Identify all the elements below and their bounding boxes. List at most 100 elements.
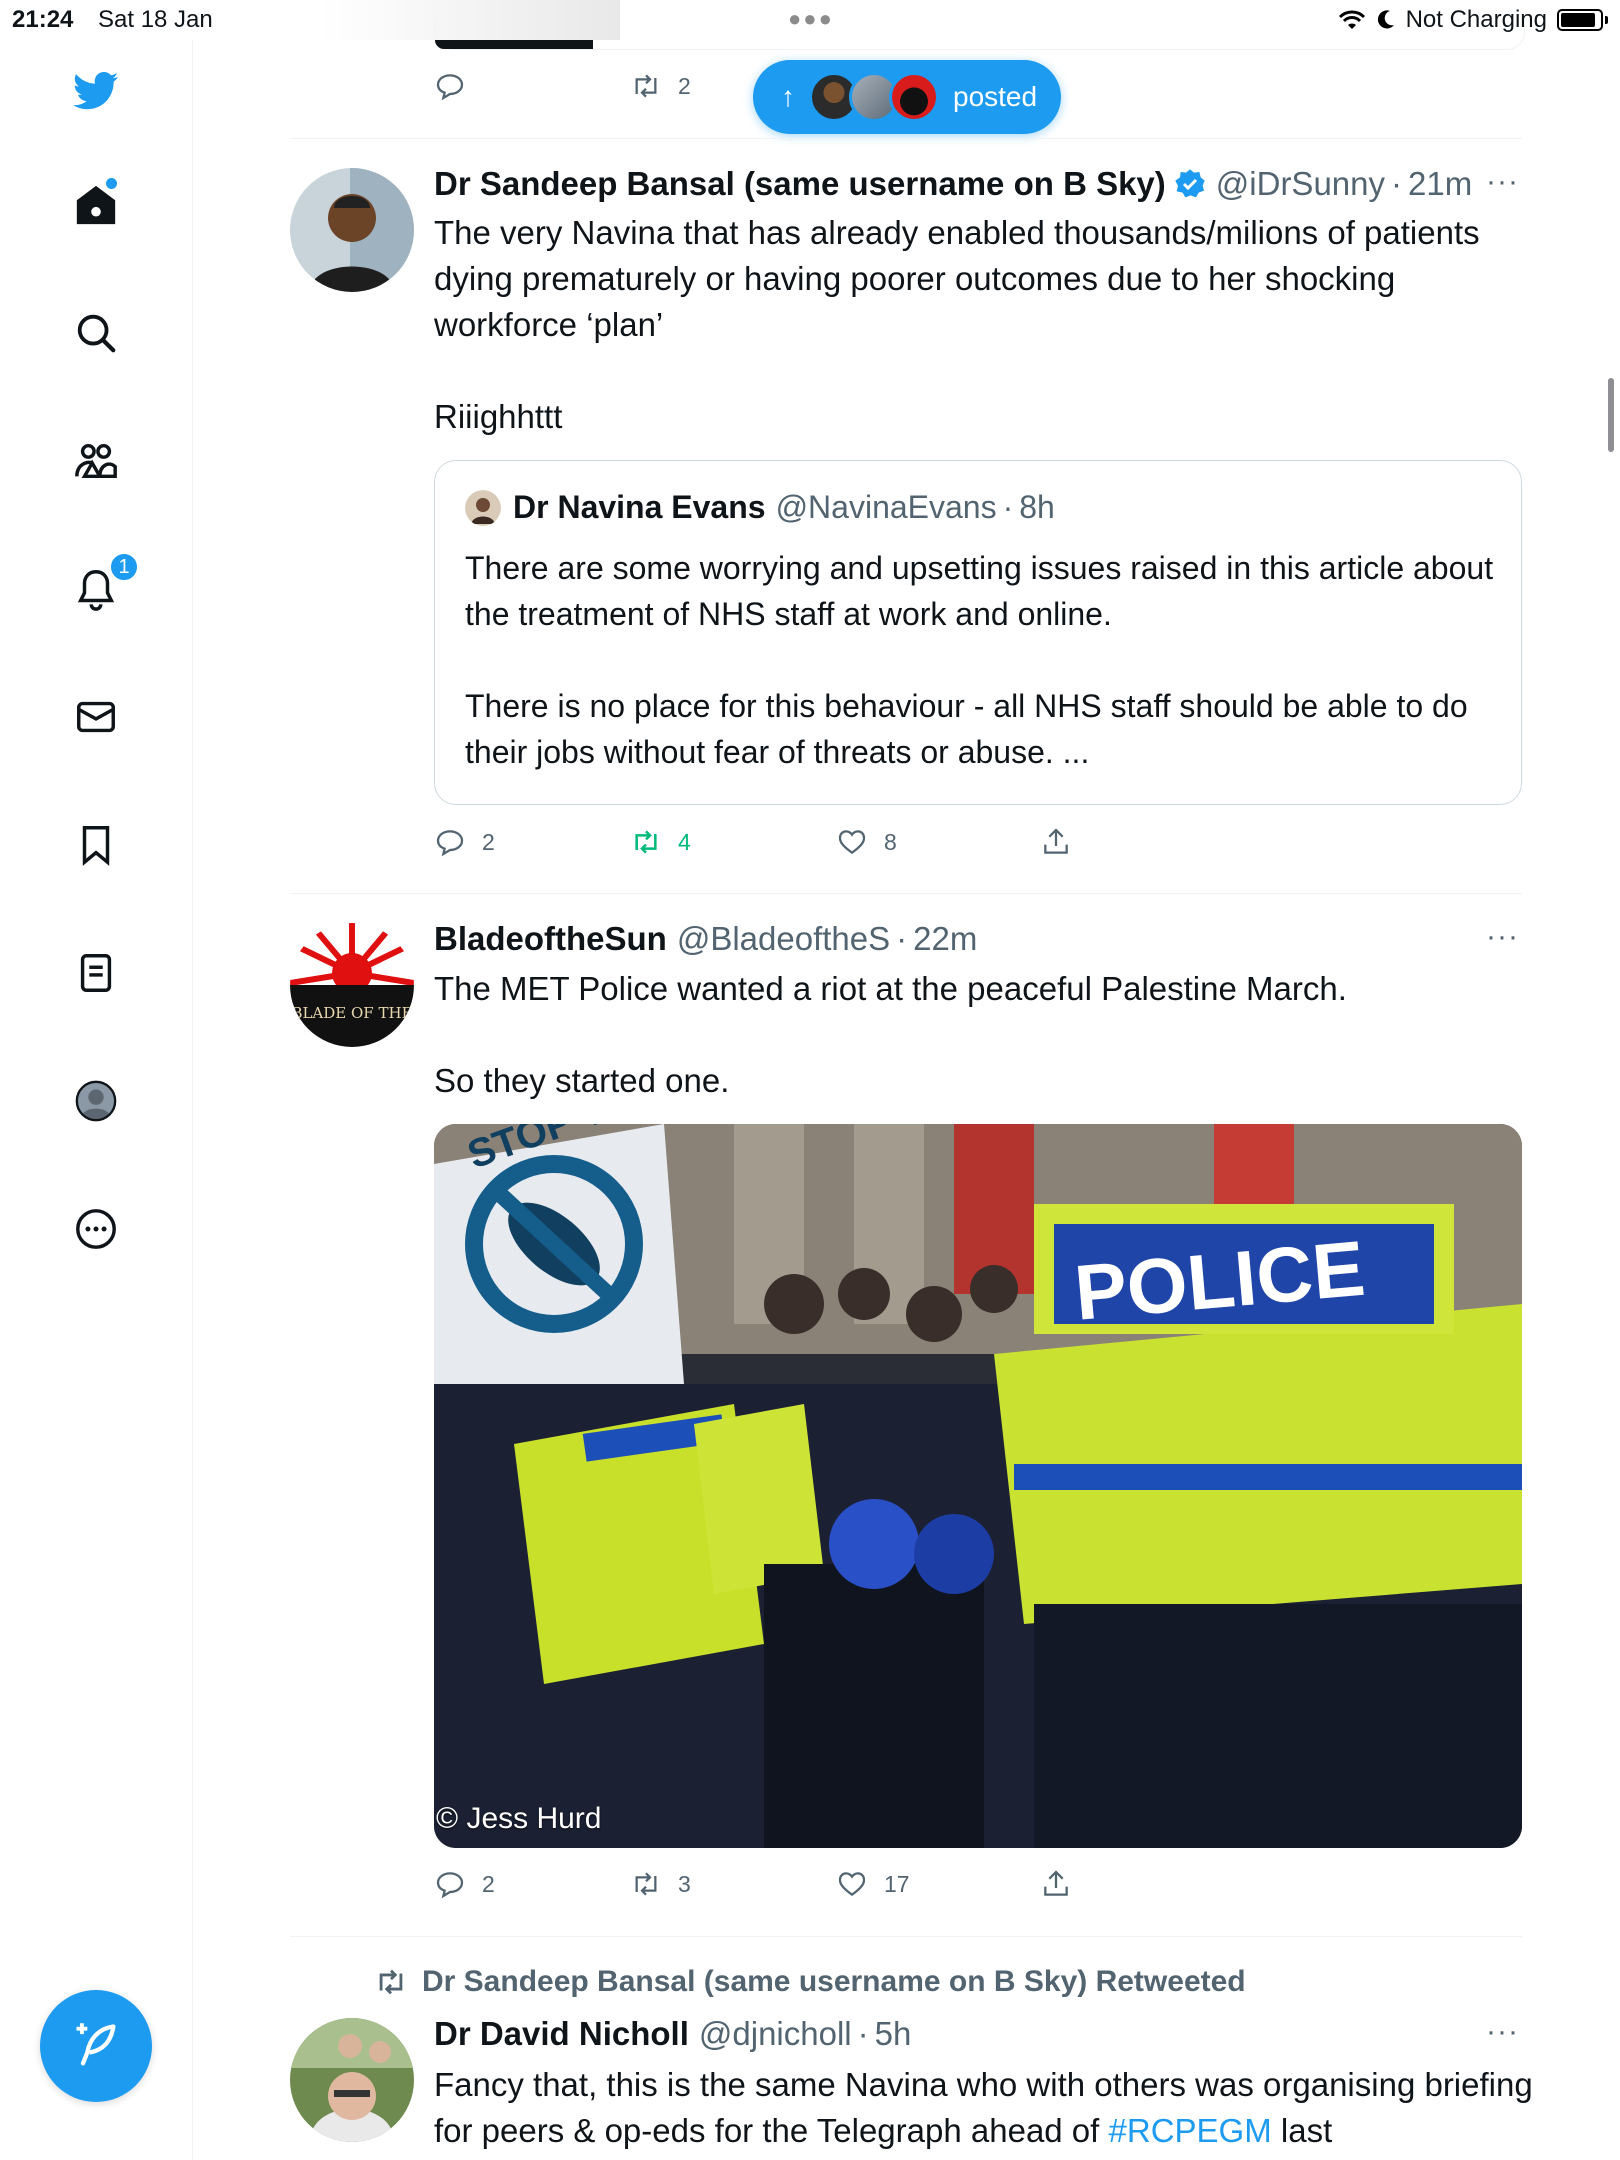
notifications-badge: 1 [109, 552, 139, 582]
quoted-tweet[interactable]: Dr Navina Evans @NavinaEvans · 8h There … [434, 460, 1522, 805]
display-name: Dr Navina Evans [513, 489, 766, 525]
timestamp[interactable]: 21m [1408, 165, 1472, 203]
avatar [465, 489, 501, 526]
bookmarks-icon[interactable] [65, 814, 127, 876]
tweet-header: Dr David Nicholl @djnicholl · 5h [434, 2015, 911, 2053]
tweet-divider [290, 138, 1522, 139]
reply-count: 2 [482, 828, 495, 855]
reply-count: 2 [482, 1870, 495, 1897]
share-button[interactable] [1040, 826, 1072, 858]
lists-icon[interactable] [65, 942, 127, 1004]
new-posts-label: posted [953, 81, 1038, 112]
tweet-text: Fancy that, this is the same Navina who … [434, 2062, 1534, 2154]
retweeted-by-text: Dr Sandeep Bansal (same username on B Sk… [422, 1965, 1246, 1998]
quoted-tweet-header: Dr Navina Evans @NavinaEvans · 8h [465, 489, 1055, 526]
heart-icon [838, 830, 866, 855]
retweet-icon [635, 830, 657, 854]
avatar[interactable] [290, 2018, 414, 2142]
tweet-divider [290, 1936, 1522, 1937]
more-options-icon[interactable]: ··· [1486, 165, 1519, 199]
reply-button[interactable]: 2 [434, 826, 495, 858]
share-icon [1044, 1870, 1068, 1896]
scrollbar[interactable] [1608, 378, 1614, 452]
home-unread-dot [106, 178, 117, 189]
like-button[interactable]: 8 [836, 826, 897, 858]
tweet-text: The MET Police wanted a riot at the peac… [434, 970, 1347, 1099]
search-icon[interactable] [65, 302, 127, 364]
display-name[interactable]: Dr Sandeep Bansal (same username on B Sk… [434, 165, 1166, 203]
like-count: 8 [884, 828, 897, 855]
avatar[interactable]: BLADE OF THE [290, 923, 414, 1047]
share-icon [1044, 828, 1068, 854]
tweet-divider [290, 893, 1522, 894]
retweet-button[interactable]: 4 [630, 826, 691, 858]
battery-icon [1557, 9, 1603, 31]
reply-button[interactable] [434, 70, 466, 102]
pill-avatars [809, 72, 939, 122]
tweet-actions: 2 4 8 [434, 826, 1134, 866]
more-icon[interactable] [65, 1198, 127, 1260]
like-button[interactable]: 17 [836, 1868, 910, 1900]
dot-separator: · [896, 920, 908, 957]
tweet-text-part: Fancy that, this is the same Navina who … [434, 2066, 1533, 2149]
previous-tweet-card-edge [435, 20, 1525, 50]
more-options-icon[interactable]: ··· [1486, 920, 1519, 954]
notifications-icon[interactable]: 1 [65, 552, 139, 620]
handle[interactable]: @iDrSunny [1216, 165, 1385, 203]
handle[interactable]: @djnicholl [699, 2015, 852, 2053]
status-date: Sat 18 Jan [98, 6, 213, 33]
retweet-count: 2 [678, 72, 691, 99]
tweet-actions: 2 3 17 [434, 1868, 1134, 1908]
battery-tip [1605, 16, 1608, 24]
compose-tweet-button[interactable] [40, 1990, 152, 2102]
display-name[interactable]: BladeoftheSun [434, 920, 667, 958]
share-button[interactable] [1040, 1868, 1072, 1900]
retweet-button[interactable]: 3 [630, 1868, 691, 1900]
quoted-tweet-text: There are some worrying and upsetting is… [465, 550, 1494, 770]
verified-badge-icon [1175, 169, 1205, 198]
retweet-count: 4 [678, 828, 691, 855]
avatar [889, 72, 939, 122]
retweet-icon [635, 1872, 657, 1896]
profile-icon[interactable] [65, 1070, 127, 1132]
twitter-bird-icon[interactable] [65, 60, 127, 122]
reply-icon [436, 830, 464, 857]
retweet-button[interactable]: 2 [630, 70, 691, 102]
home-icon[interactable] [65, 174, 127, 236]
heart-icon [838, 1872, 866, 1897]
timestamp[interactable]: 5h [875, 2015, 912, 2053]
dot-separator: · [1391, 165, 1403, 202]
timestamp: 8h [1019, 489, 1055, 525]
timestamp[interactable]: 22m [913, 920, 977, 958]
avatar-logo-text: BLADE OF THE [291, 1004, 412, 1022]
arrow-up-icon: ↑ [781, 81, 795, 112]
compose-feather-icon [76, 2023, 116, 2066]
messages-icon[interactable] [65, 686, 127, 748]
sidebar: 1 [0, 40, 193, 2160]
reply-icon [436, 74, 464, 101]
like-count: 17 [884, 1870, 910, 1897]
handle[interactable]: @BladeoftheS [677, 920, 890, 958]
reply-icon [436, 1872, 464, 1899]
tweet-text-part: last [1271, 2112, 1333, 2149]
retweet-icon [635, 74, 657, 98]
reply-button[interactable]: 2 [434, 1868, 495, 1900]
tweet-header: BladeoftheSun @BladeoftheS · 22m [434, 920, 977, 958]
retweeted-by-label[interactable]: Dr Sandeep Bansal (same username on B Sk… [374, 1965, 1246, 1999]
avatar[interactable] [290, 168, 414, 292]
dot-separator: · [857, 2015, 869, 2052]
hashtag-link[interactable]: #RCPEGM [1109, 2112, 1272, 2149]
retweet-count: 3 [678, 1870, 691, 1897]
dot-separator: · [1002, 489, 1014, 525]
tweet-media-photo[interactable]: STOP THE WAR POLICE © Jess Hurd [434, 1124, 1522, 1848]
previous-tweet-media-bar [435, 40, 593, 49]
photo-credit: © Jess Hurd [436, 1802, 602, 1835]
tweet-text: The very Navina that has already enabled… [434, 214, 1480, 435]
handle: @NavinaEvans [775, 489, 997, 525]
new-posts-pill[interactable]: ↑ posted [753, 60, 1061, 134]
retweet-icon [379, 1969, 403, 1995]
display-name[interactable]: Dr David Nicholl [434, 2015, 689, 2053]
more-options-icon[interactable]: ··· [1486, 2015, 1519, 2049]
status-time: 21:24 [12, 6, 74, 33]
communities-icon[interactable] [65, 430, 127, 492]
